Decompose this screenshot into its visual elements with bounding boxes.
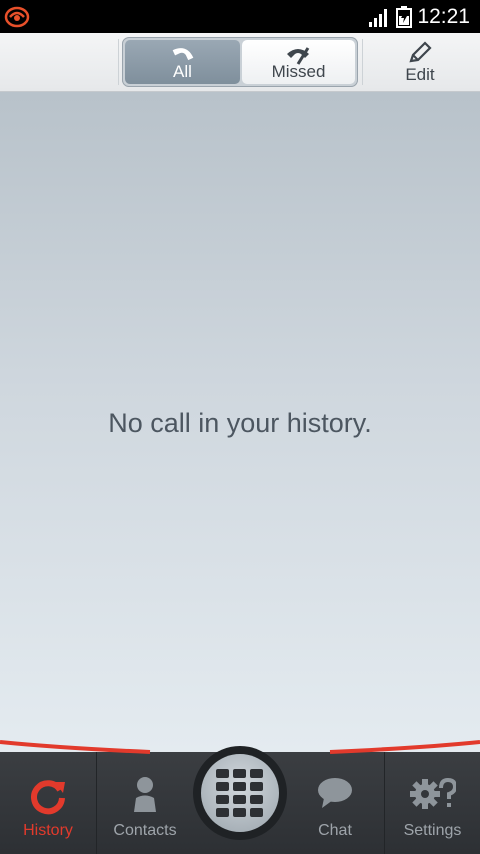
pencil-icon: [409, 41, 432, 63]
nav-settings[interactable]: Settings: [385, 752, 480, 854]
top-toolbar: All Missed Edit: [0, 33, 480, 92]
edit-button[interactable]: Edit: [382, 37, 458, 87]
toolbar-divider: [118, 39, 119, 85]
status-bar: 12:21: [0, 0, 480, 33]
tab-missed[interactable]: Missed: [242, 40, 355, 84]
call-history-list: No call in your history.: [0, 92, 480, 752]
app-notification-icon: [4, 6, 30, 28]
history-icon: [31, 780, 65, 815]
empty-state-message: No call in your history.: [108, 408, 372, 438]
signal-icon: [369, 9, 387, 27]
tab-all[interactable]: All: [125, 40, 240, 84]
dialpad-icon: [216, 769, 263, 817]
nav-contacts-label: Contacts: [113, 822, 177, 839]
contacts-icon: [134, 777, 156, 812]
status-time: 12:21: [417, 5, 470, 28]
nav-history[interactable]: History: [0, 752, 96, 854]
nav-contacts[interactable]: Contacts: [97, 752, 193, 854]
nav-divider: [96, 752, 97, 854]
nav-chat[interactable]: Chat: [287, 752, 383, 854]
dialpad-button-face: [201, 754, 279, 832]
edit-label: Edit: [405, 65, 435, 84]
tab-all-label: All: [173, 62, 192, 81]
settings-icon: [409, 777, 456, 809]
call-filter-segmented-control: All Missed: [122, 37, 358, 87]
tab-missed-label: Missed: [271, 62, 326, 81]
nav-history-label: History: [23, 822, 73, 839]
nav-divider: [384, 752, 385, 854]
battery-icon: [396, 6, 412, 28]
nav-settings-label: Settings: [403, 822, 462, 839]
nav-chat-label: Chat: [318, 822, 352, 839]
toolbar-divider: [362, 39, 363, 85]
dialpad-button[interactable]: [193, 746, 287, 840]
chat-icon: [318, 778, 352, 808]
